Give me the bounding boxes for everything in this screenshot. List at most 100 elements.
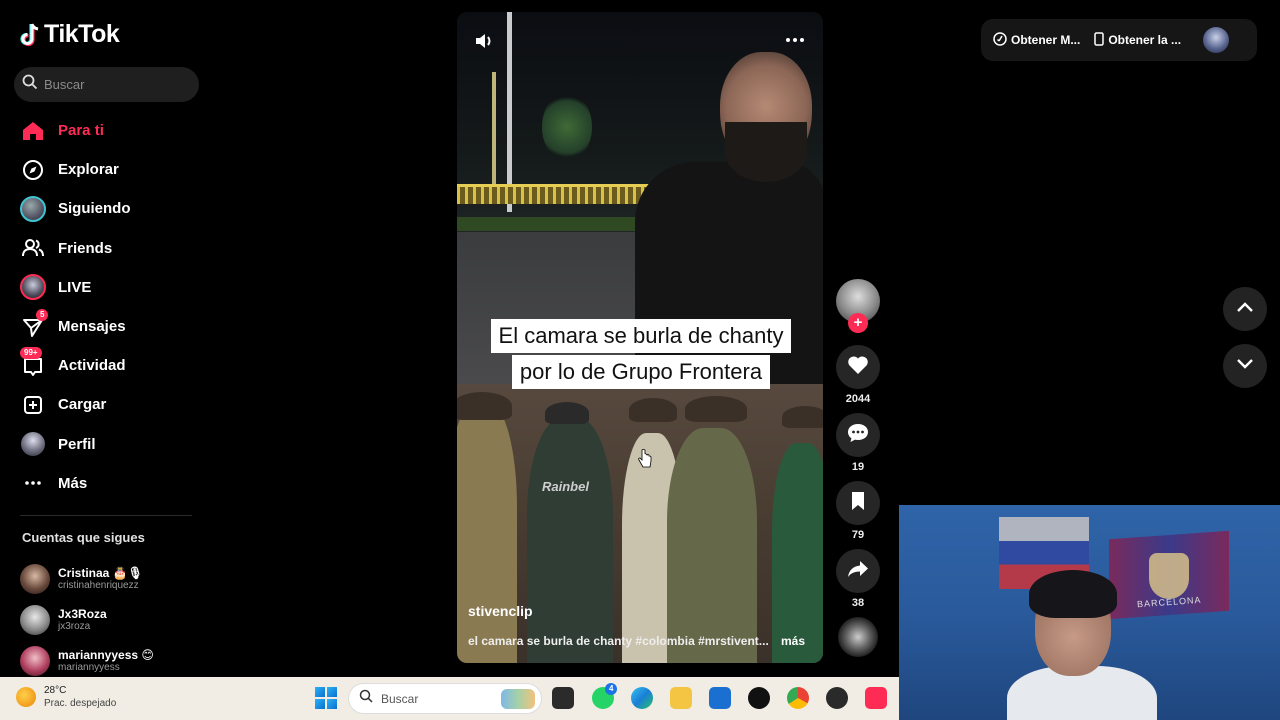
search-input[interactable]	[44, 77, 194, 92]
whatsapp-badge: 4	[605, 683, 618, 695]
weather-widget[interactable]: 28°C Prac. despejado	[16, 684, 116, 710]
account-name: Cristinaa 🎂🎙	[58, 566, 143, 580]
tree	[542, 92, 592, 162]
weather-temperature: 28°C	[44, 685, 67, 696]
account-name: Jx3Roza	[58, 607, 107, 621]
sidebar-nav: Para ti Explorar Siguiendo Friends LIVE …	[18, 111, 198, 503]
following-account[interactable]: Cristinaa 🎂🎙 cristinahenriquezz	[20, 558, 200, 599]
phone-icon	[1094, 31, 1105, 49]
comment-button[interactable]	[836, 413, 880, 457]
utorrent-icon[interactable]	[748, 687, 770, 709]
nav-label: Explorar	[58, 161, 119, 179]
share-icon	[847, 559, 869, 584]
creator-avatar[interactable]: +	[836, 279, 880, 333]
more-icon	[20, 470, 46, 496]
nav-label: Más	[58, 474, 88, 492]
share-action: 38	[836, 549, 880, 609]
nav-item-cargar[interactable]: Cargar	[18, 385, 198, 424]
nav-label: Friends	[58, 239, 113, 257]
nav-item-friends[interactable]: Friends	[18, 229, 198, 268]
upload-icon	[20, 392, 46, 418]
video-description: el camara se burla de chanty #colombia #…	[468, 634, 813, 648]
app-icon	[993, 31, 1007, 49]
following-avatar-icon	[20, 195, 46, 222]
street-pole	[507, 12, 512, 212]
heart-icon	[847, 355, 869, 380]
following-account[interactable]: Jx3Roza jx3roza	[20, 599, 200, 640]
nav-label: Cargar	[58, 396, 107, 414]
previous-video-button[interactable]	[1223, 287, 1267, 331]
more-options-icon[interactable]	[783, 30, 807, 50]
caption-line: El camara se burla de chanty	[490, 319, 792, 353]
video-caption-overlay: El camara se burla de chanty por lo de G…	[472, 318, 810, 390]
hand-cursor-icon	[638, 449, 652, 469]
taskbar-search-label: Buscar	[381, 691, 419, 706]
following-section-title: Cuentas que sigues	[22, 530, 145, 545]
account-handle: cristinahenriquezz	[58, 580, 139, 591]
account-handle: jx3roza	[58, 621, 91, 632]
nav-label: Para ti	[58, 122, 104, 140]
video-player[interactable]: Rainbel El camara se burla de chanty por…	[457, 12, 823, 663]
description-text: el camara se burla de chanty #colombia #…	[468, 634, 769, 648]
share-count: 38	[851, 597, 865, 609]
music-disc[interactable]	[838, 617, 878, 657]
account-avatar	[20, 563, 50, 594]
streamer	[1007, 570, 1157, 720]
tiktok-logo[interactable]: TikTok	[20, 20, 120, 49]
taskbar-search[interactable]: Buscar	[348, 683, 542, 714]
whatsapp-icon[interactable]: 4	[592, 683, 618, 709]
task-view-icon[interactable]	[552, 687, 574, 709]
windows-start-icon[interactable]	[315, 687, 337, 709]
description-more-link[interactable]: más	[781, 634, 805, 648]
bookmark-icon	[850, 491, 866, 516]
comment-icon	[847, 423, 869, 448]
search-icon	[359, 689, 373, 708]
chrome-icon[interactable]	[787, 687, 809, 709]
nav-item-perfil[interactable]: Perfil	[18, 425, 198, 464]
compass-icon	[20, 157, 46, 183]
store-icon[interactable]	[709, 687, 731, 709]
nav-item-explorar[interactable]: Explorar	[18, 150, 198, 189]
tiktok-note-icon	[20, 22, 40, 48]
next-video-button[interactable]	[1223, 344, 1267, 388]
nav-label: Perfil	[58, 435, 96, 453]
nav-item-mensajes[interactable]: 5 Mensajes	[18, 307, 198, 346]
nav-label: Actividad	[58, 357, 126, 375]
account-handle: mariannyyess	[58, 662, 120, 673]
user-avatar[interactable]	[1203, 27, 1230, 53]
brand-name: TikTok	[44, 20, 120, 48]
volume-icon[interactable]	[473, 30, 495, 52]
get-mobile-app-label: Obtener la ...	[1108, 33, 1182, 47]
nav-item-siguiendo[interactable]: Siguiendo	[18, 189, 198, 228]
comment-action: 19	[836, 413, 880, 473]
like-button[interactable]	[836, 345, 880, 389]
shirt-text: Rainbel	[542, 479, 589, 494]
follow-plus-icon[interactable]: +	[848, 313, 868, 333]
messages-badge: 5	[36, 308, 49, 321]
activity-icon: 99+	[20, 346, 46, 379]
get-app-button[interactable]: Obtener M...	[993, 31, 1080, 49]
save-button[interactable]	[836, 481, 880, 525]
edge-icon[interactable]	[631, 687, 653, 709]
share-button[interactable]	[836, 549, 880, 593]
webcam-overlay: BARCELONA	[899, 505, 1280, 720]
get-mobile-app-button[interactable]: Obtener la ...	[1094, 31, 1182, 49]
chevron-down-icon	[1236, 357, 1254, 375]
activity-badge: 99+	[20, 346, 42, 359]
app-icon[interactable]	[826, 687, 848, 709]
nav-item-live[interactable]: LIVE	[18, 268, 198, 307]
nav-item-actividad[interactable]: 99+ Actividad	[18, 346, 198, 385]
friends-icon	[20, 235, 46, 261]
nav-item-para-ti[interactable]: Para ti	[18, 111, 198, 150]
sidebar-divider	[20, 515, 192, 516]
search-box[interactable]	[14, 67, 199, 102]
tiktok-app-icon[interactable]	[865, 687, 887, 709]
following-account[interactable]: mariannyyess 😊 mariannyyess	[20, 640, 200, 681]
file-explorer-icon[interactable]	[670, 687, 692, 709]
video-author[interactable]: stivenclip	[468, 603, 533, 619]
video-actions: + 2044 19 79 38	[836, 279, 880, 657]
search-highlight-image	[501, 689, 535, 709]
caption-line: por lo de Grupo Frontera	[511, 355, 771, 389]
nav-item-mas[interactable]: Más	[18, 464, 198, 503]
nav-label: Siguiendo	[58, 200, 131, 218]
